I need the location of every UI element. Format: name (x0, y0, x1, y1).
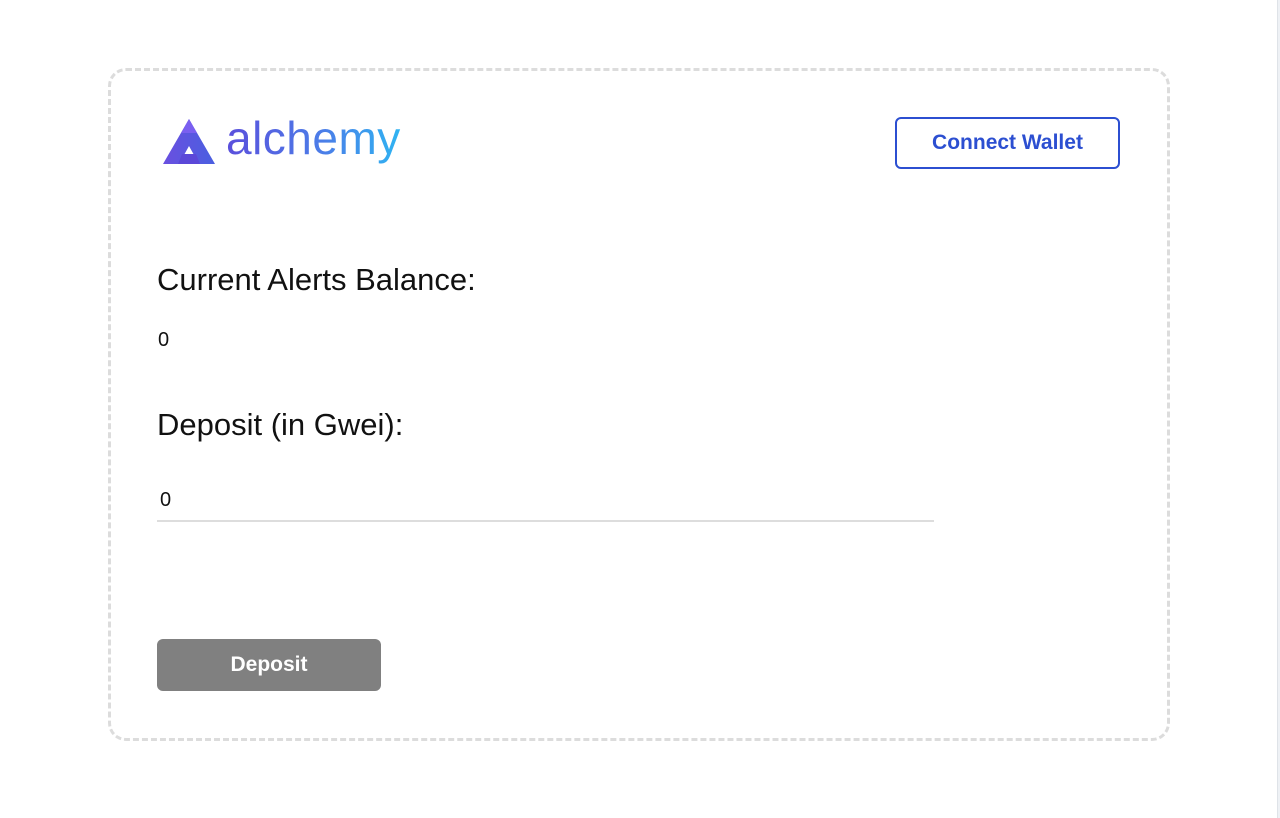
deposit-button[interactable]: Deposit (157, 639, 381, 691)
deposit-label: Deposit (in Gwei): (157, 407, 404, 442)
alerts-balance-value: 0 (158, 329, 170, 351)
alchemy-triangle-icon (163, 119, 215, 164)
alchemy-logo: alchemy (162, 110, 401, 172)
alerts-balance-label: Current Alerts Balance: (157, 262, 476, 297)
connect-wallet-button[interactable]: Connect Wallet (895, 117, 1120, 169)
deposit-amount-input[interactable] (157, 480, 934, 522)
brand-name: alchemy (226, 115, 401, 167)
